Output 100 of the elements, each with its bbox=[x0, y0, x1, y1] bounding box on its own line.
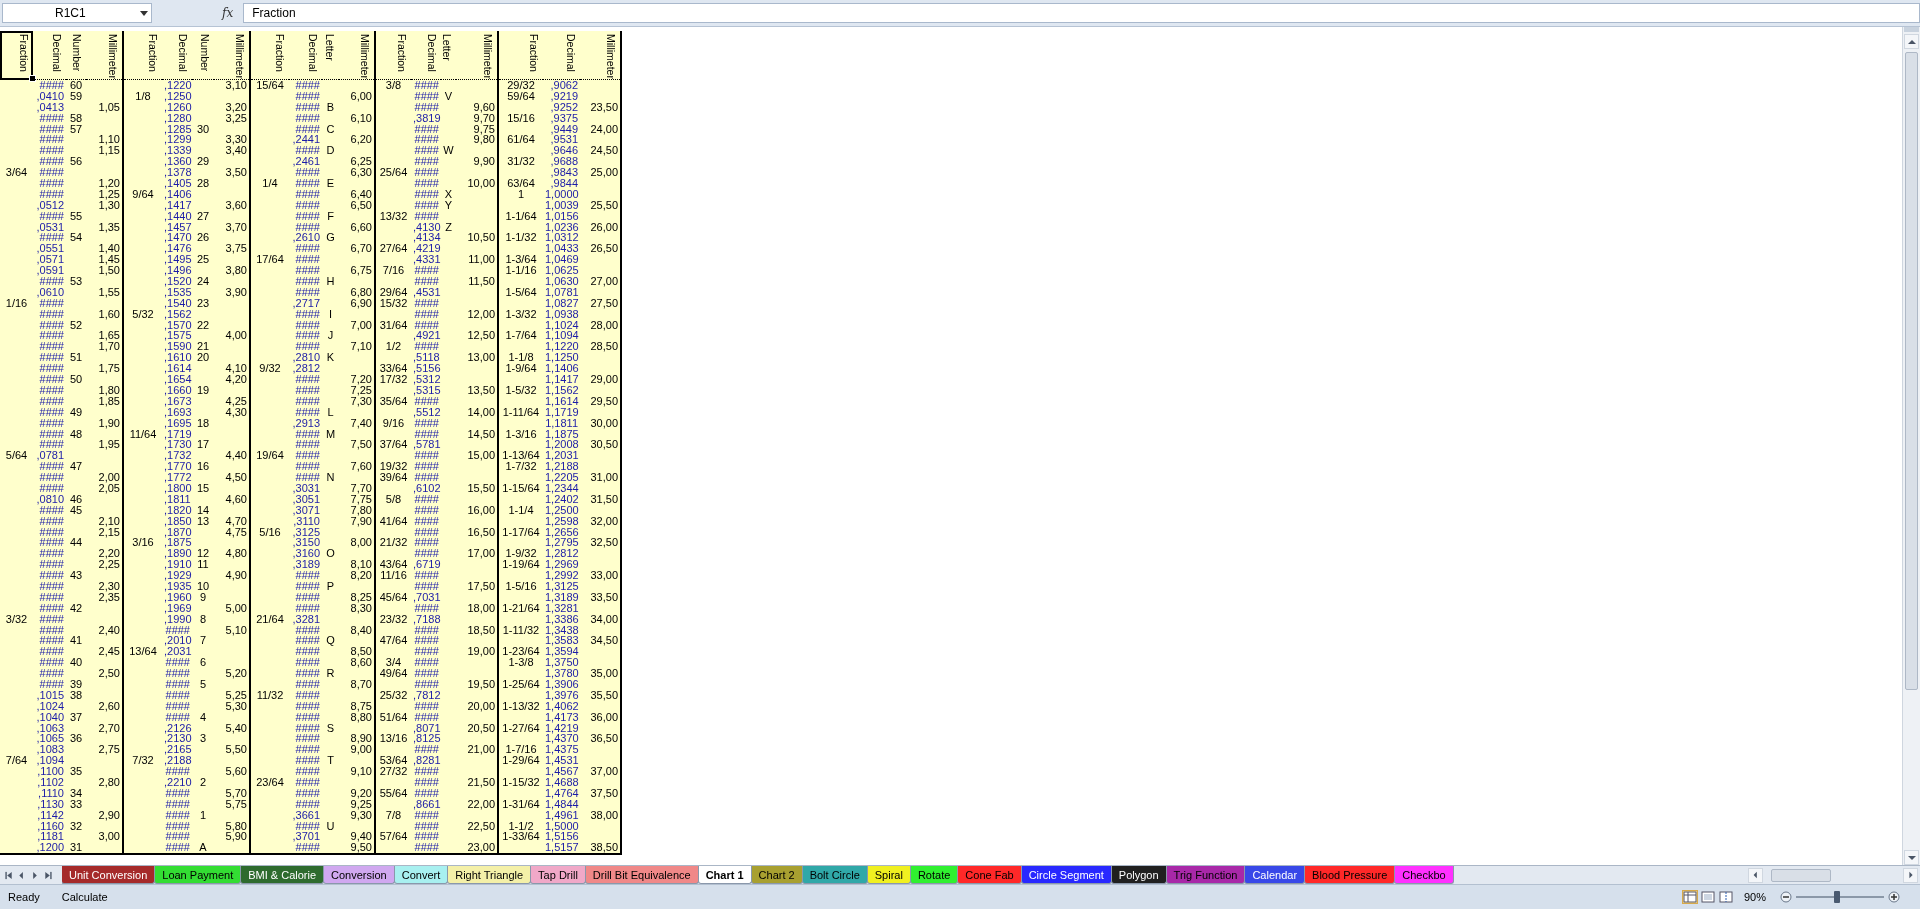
table-cell-text: 29,50 bbox=[589, 395, 619, 407]
view-button[interactable] bbox=[1718, 890, 1734, 904]
table-cell-text: #### bbox=[295, 243, 321, 255]
table-cell-text: 9,40 bbox=[349, 831, 373, 843]
insert-function-button[interactable]: fx bbox=[220, 6, 236, 20]
table-cell-text: 1-1/64 bbox=[504, 210, 538, 222]
sheet-tab[interactable]: Cone Fab bbox=[957, 866, 1022, 884]
table-cell-text: 11/32 bbox=[255, 689, 285, 701]
table-cell-text: #### bbox=[38, 515, 65, 527]
sheet-tab[interactable]: Conversion bbox=[323, 866, 395, 884]
table-cell-text: ,2717 bbox=[291, 297, 321, 309]
table-cell-text: #### bbox=[294, 722, 321, 734]
table-cell-text: 56 bbox=[68, 156, 84, 168]
sheet-tab[interactable]: Tap Drill bbox=[530, 866, 586, 884]
table-cell-text: #### bbox=[39, 504, 65, 516]
sheet-tab[interactable]: Checkbo bbox=[1394, 866, 1454, 884]
sheet-tab[interactable]: Convert bbox=[393, 866, 449, 884]
caret-icon[interactable] bbox=[140, 11, 148, 16]
sheet-tab[interactable]: Chart 1 bbox=[697, 866, 752, 884]
table-cell-text: #### bbox=[294, 112, 321, 124]
table-cell-text: 41 bbox=[68, 635, 84, 647]
table-cell-text: 1,70 bbox=[97, 341, 121, 353]
table-cell-text: 1,1417 bbox=[544, 374, 580, 385]
sheet-tab[interactable]: Spiral bbox=[866, 866, 911, 884]
table-cell-text: ,4531 bbox=[412, 286, 441, 298]
sheet-tab[interactable]: Loan Payment bbox=[154, 866, 242, 884]
scrollbar-thumb[interactable] bbox=[1771, 868, 1831, 882]
table-cell-text: 51/64 bbox=[378, 711, 409, 723]
table-cell-text: 1,2008 bbox=[544, 439, 580, 451]
table-cell-text: #### bbox=[295, 145, 321, 157]
next-sheet-icon[interactable] bbox=[30, 870, 40, 880]
table-cell-text: #### bbox=[295, 624, 321, 636]
table-cell-text: 1,4688 bbox=[544, 777, 580, 788]
table-cell-text: 1,3438 bbox=[544, 624, 580, 636]
scroll-right-button[interactable] bbox=[1903, 867, 1918, 883]
sheet-tab[interactable]: Blood Pressure bbox=[1304, 866, 1396, 884]
table-cell-text: 15,00 bbox=[466, 450, 496, 462]
table-cell-text: ,5156 bbox=[412, 363, 441, 375]
table-cell-text: 4,60 bbox=[224, 493, 248, 505]
table-cell-text: 6,80 bbox=[349, 286, 373, 298]
table-cell-text: 1,0236 bbox=[544, 221, 580, 233]
zoom-out-icon[interactable] bbox=[1780, 891, 1792, 903]
view-button[interactable] bbox=[1700, 890, 1716, 904]
table-cell-text: 47 bbox=[68, 461, 84, 473]
table-cell-text: ,8125 bbox=[412, 733, 441, 745]
scroll-left-button[interactable] bbox=[1748, 867, 1763, 883]
table-cell-text: ,3051 bbox=[291, 493, 321, 505]
table-cell-text: 19,00 bbox=[466, 646, 496, 658]
table-cell-text: ,0413 bbox=[35, 101, 65, 113]
table-cell-text: 7 bbox=[198, 635, 208, 647]
table-cell-text: 1 bbox=[198, 809, 208, 821]
table-cell-text: #### bbox=[413, 417, 439, 429]
zoom-slider-thumb[interactable] bbox=[1834, 891, 1841, 903]
last-sheet-icon[interactable] bbox=[43, 870, 53, 880]
table-cell-text: #### bbox=[413, 297, 439, 309]
table-cell-text: 51 bbox=[68, 352, 84, 364]
sheet-tab[interactable]: Drill Bit Equivalence bbox=[584, 866, 699, 884]
sheet-tab[interactable]: Right Triangle bbox=[447, 866, 532, 884]
scroll-up-button[interactable] bbox=[1904, 34, 1919, 49]
table-cell-text: 3,40 bbox=[224, 145, 248, 157]
table-cell-text: 1,45 bbox=[97, 254, 121, 266]
sheet-tab[interactable]: Circle Segment bbox=[1020, 866, 1112, 884]
table-cell-text: 1-25/64 bbox=[501, 679, 541, 690]
sheet-tab[interactable]: BMI & Calorie bbox=[240, 866, 325, 884]
sheet-tab[interactable]: Unit Conversion bbox=[62, 866, 156, 884]
view-button[interactable] bbox=[1682, 890, 1698, 904]
sheet-tab[interactable]: Calendar bbox=[1244, 866, 1306, 884]
table-cell-text: ,4219 bbox=[412, 243, 441, 255]
sheet-tab[interactable]: Polygon bbox=[1110, 866, 1167, 884]
table-cell-text: 33/64 bbox=[378, 363, 409, 375]
table-cell-text: ,1040 bbox=[35, 711, 65, 723]
table-cell-text: 36,00 bbox=[589, 711, 619, 723]
table-cell-text: 13/64 bbox=[128, 646, 158, 658]
table-cell-text: ,0591 bbox=[35, 265, 65, 277]
first-sheet-icon[interactable] bbox=[4, 870, 14, 880]
table-cell-text: 35,00 bbox=[589, 668, 619, 679]
table-cell-text: 6,70 bbox=[349, 243, 373, 255]
table-cell-text: 1-1/2 bbox=[507, 820, 535, 832]
table-cell-text: D bbox=[325, 145, 336, 157]
scrollbar-thumb[interactable] bbox=[1905, 52, 1918, 690]
table-cell-text: 1/4 bbox=[261, 178, 279, 189]
table-cell-text: 2,50 bbox=[97, 668, 121, 679]
table-cell-text: 8,25 bbox=[349, 591, 373, 603]
table-cell-text: 55/64 bbox=[378, 787, 409, 799]
sheet-tab[interactable]: Rotate bbox=[909, 866, 959, 884]
table-cell-text: ,0531 bbox=[35, 221, 65, 233]
formula-field[interactable]: Fraction bbox=[243, 3, 1920, 23]
scroll-down-button[interactable] bbox=[1904, 850, 1919, 865]
table-cell-text: #### bbox=[413, 744, 439, 756]
table-cell-text: #### bbox=[413, 145, 440, 157]
sheet-tab[interactable]: Trig Function bbox=[1165, 866, 1246, 884]
zoom-level[interactable]: 90% bbox=[1744, 891, 1780, 903]
sheet-tab[interactable]: Bolt Circle bbox=[801, 866, 868, 884]
sheet-tab[interactable]: Chart 2 bbox=[750, 866, 803, 884]
table-cell-text: ,1142 bbox=[36, 809, 65, 821]
table-cell-text: #### bbox=[294, 798, 321, 810]
zoom-in-icon[interactable] bbox=[1888, 891, 1900, 903]
name-box[interactable]: R1C1 bbox=[2, 3, 152, 23]
table-cell-text: 1,1024 bbox=[544, 319, 580, 331]
table-cell-text: #### bbox=[38, 319, 65, 331]
